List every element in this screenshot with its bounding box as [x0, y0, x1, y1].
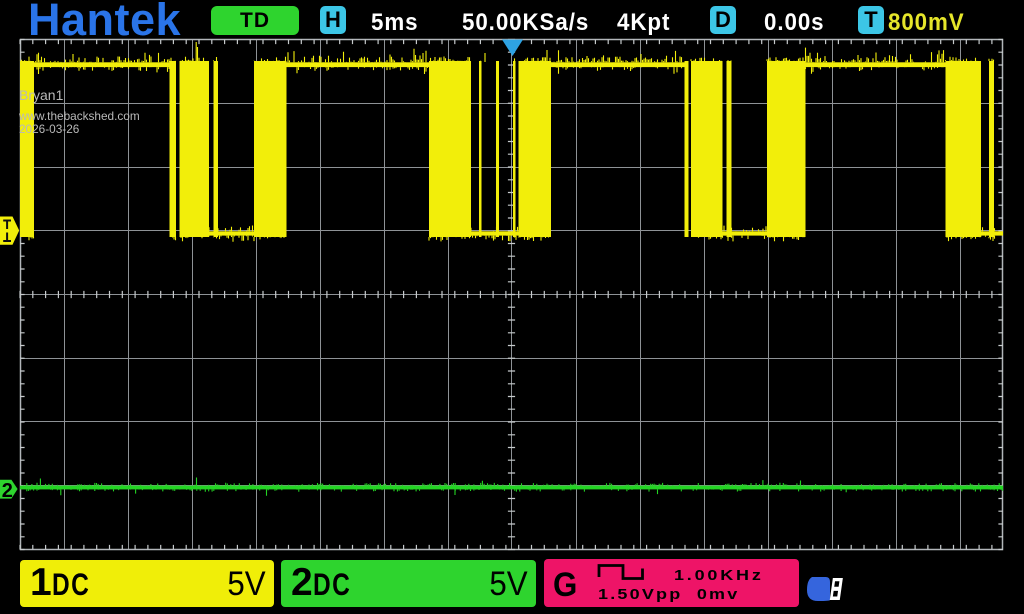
svg-text:www.thebackshed.com: www.thebackshed.com: [18, 109, 140, 123]
svg-text:2: 2: [2, 480, 13, 502]
svg-text:Bryan1: Bryan1: [19, 87, 64, 103]
svg-text:2026-03-26: 2026-03-26: [19, 122, 80, 136]
